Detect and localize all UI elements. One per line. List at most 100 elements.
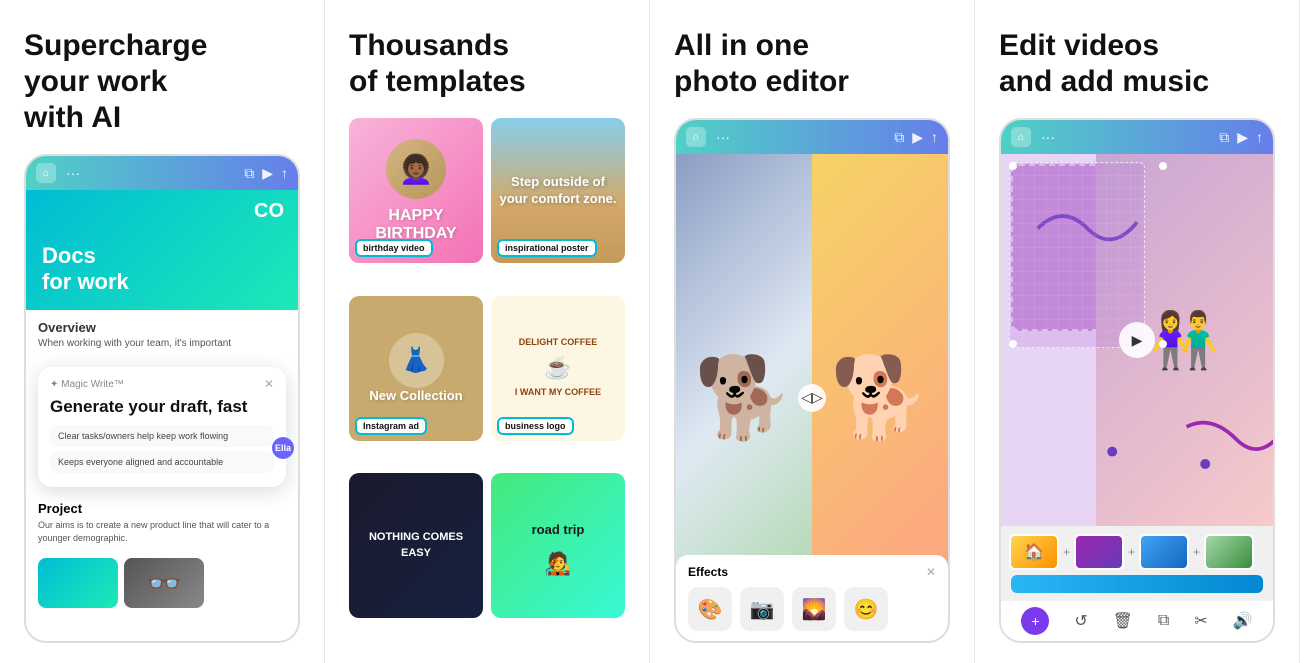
panel4-title: Edit videos and add music <box>999 28 1275 100</box>
panel-supercharge: Supercharge your work with AI ⌂ ··· ⧉ ▶ … <box>0 0 325 663</box>
phone-mockup-1: ⌂ ··· ⧉ ▶ ↑ CO Docsfor work Overview Whe… <box>24 154 300 643</box>
plus-icon-1: + <box>1063 545 1070 559</box>
timeline-clips: 🏠 + + + <box>1009 534 1265 570</box>
inspirational-text: Step outside of your comfort zone. <box>491 166 625 216</box>
toolbar-dots: ··· <box>66 165 80 181</box>
birthday-label: birthday video <box>355 239 433 257</box>
effects-title: Effects <box>688 565 728 579</box>
duplicate-icon[interactable]: ⧉ <box>1158 612 1169 630</box>
phone-mockup-3: ⌂ ··· ⧉ ▶ ↑ 🐕 🐕 ◁▷ Effects ✕ <box>674 118 950 643</box>
play-icon-4[interactable]: ▶ <box>1237 129 1248 146</box>
play-icon-3[interactable]: ▶ <box>912 129 923 146</box>
phone-hero: CO Docsfor work <box>26 190 298 310</box>
phone-toolbar-1: ⌂ ··· ⧉ ▶ ↑ <box>26 156 298 190</box>
toolbar-dots-4: ··· <box>1041 129 1055 145</box>
video-toolbar: ⌂ ··· ⧉ ▶ ↑ <box>1001 120 1273 154</box>
collection-label: Instagram ad <box>355 417 427 435</box>
suggestion-1: Clear tasks/owners help keep work flowin… <box>50 425 274 447</box>
magic-write-title: Generate your draft, fast <box>50 397 274 417</box>
effects-header: Effects ✕ <box>688 565 936 579</box>
template-business[interactable]: DELIGHT COFFEE ☕ I WANT MY COFFEE busine… <box>491 296 625 441</box>
audio-track <box>1011 575 1263 593</box>
video-controls: + ↺ 🗑 ⧉ ✂ 🔊 <box>1001 601 1273 641</box>
cut-icon[interactable]: ✂ <box>1194 611 1207 631</box>
hero-text: Docsfor work <box>42 243 129 294</box>
effect-camera-btn[interactable]: 📷 <box>740 587 784 631</box>
effect-landscape-btn[interactable]: 🌄 <box>792 587 836 631</box>
template-nothing[interactable]: NOTHING COMES EASY <box>349 473 483 618</box>
split-handle[interactable]: ◁▷ <box>798 384 826 412</box>
roadtrip-text: road trip <box>524 514 593 545</box>
business-name: DELIGHT COFFEE <box>519 337 598 349</box>
panel4-title-line2: and add music <box>999 65 1209 98</box>
clip-3[interactable] <box>1139 534 1189 570</box>
nothing-text: NOTHING COMES EASY <box>349 522 483 569</box>
toolbar-right-3: ⧉ ▶ ↑ <box>894 129 938 146</box>
collection-text: New Collection <box>369 388 462 403</box>
effect-face-btn[interactable]: 😊 <box>844 587 888 631</box>
copy-icon-3[interactable]: ⧉ <box>894 129 904 146</box>
clip-1[interactable]: 🏠 <box>1009 534 1059 570</box>
video-preview: 👫 ▶ <box>1001 154 1273 526</box>
template-inspirational[interactable]: Step outside of your comfort zone. inspi… <box>491 118 625 263</box>
co-logo: CO <box>254 200 284 223</box>
title-line2: your work <box>24 65 167 98</box>
clip-4[interactable] <box>1204 534 1254 570</box>
share-icon-3[interactable]: ↑ <box>931 129 938 145</box>
templates-grid: 👩🏾‍🦱 HAPPYBIRTHDAY birthday video Step o… <box>349 118 625 643</box>
phone-mockup-4: ⌂ ··· ⧉ ▶ ↑ 👫 <box>999 118 1275 643</box>
coffee-icon: ☕ <box>544 355 571 381</box>
video-timeline: 🏠 + + + <box>1001 526 1273 601</box>
effects-panel: Effects ✕ 🎨 📷 🌄 😊 <box>676 555 948 641</box>
panel-video-editor: Edit videos and add music ⌂ ··· ⧉ ▶ ↑ 👫 <box>975 0 1300 663</box>
home-icon-4[interactable]: ⌂ <box>1011 127 1031 147</box>
effects-icons: 🎨 📷 🌄 😊 <box>688 587 936 631</box>
photo-split: 🐕 🐕 ◁▷ Effects ✕ 🎨 📷 🌄 😊 <box>676 154 948 641</box>
panel3-title-line1: All in one <box>674 29 809 62</box>
overview-title: Overview <box>38 320 286 335</box>
toolbar-right: ⧉ ▶ ↑ <box>244 165 288 182</box>
panel3-title-line2: photo editor <box>674 65 849 98</box>
panel2-title: Thousands of templates <box>349 28 625 100</box>
template-roadtrip[interactable]: road trip 🧑‍🎤 <box>491 473 625 618</box>
phone-overview: Overview When working with your team, it… <box>26 310 298 361</box>
project-section: Project Our aims is to create a new prod… <box>26 493 298 552</box>
toolbar-right-4: ⧉ ▶ ↑ <box>1219 129 1263 146</box>
project-title: Project <box>38 501 286 516</box>
project-text: Our aims is to create a new product line… <box>38 519 286 544</box>
home-icon-3[interactable]: ⌂ <box>686 127 706 147</box>
toolbar-dots-3: ··· <box>716 129 730 145</box>
share-icon[interactable]: ↑ <box>281 165 288 181</box>
copy-icon-4[interactable]: ⧉ <box>1219 129 1229 146</box>
video-play-button[interactable]: ▶ <box>1119 322 1155 358</box>
home-icon[interactable]: ⌂ <box>36 163 56 183</box>
magic-write-label: ✦ Magic Write™ <box>50 379 124 390</box>
panel2-title-line1: Thousands <box>349 29 509 62</box>
delete-icon[interactable]: 🗑 <box>1113 611 1133 631</box>
magic-write-close-icon[interactable]: ✕ <box>264 377 274 391</box>
play-icon[interactable]: ▶ <box>262 165 273 182</box>
clip-2[interactable] <box>1074 534 1124 570</box>
share-icon-4[interactable]: ↑ <box>1256 129 1263 145</box>
inspirational-label: inspirational poster <box>497 239 597 257</box>
audio-icon[interactable]: 🔊 <box>1233 611 1253 631</box>
business-tagline: I WANT MY COFFEE <box>515 387 601 399</box>
magic-write-popup: ✦ Magic Write™ ✕ Generate your draft, fa… <box>38 367 286 487</box>
template-birthday[interactable]: 👩🏾‍🦱 HAPPYBIRTHDAY birthday video <box>349 118 483 263</box>
effect-color-btn[interactable]: 🎨 <box>688 587 732 631</box>
ella-badge: Ella <box>272 437 294 459</box>
panel-templates: Thousands of templates 👩🏾‍🦱 HAPPYBIRTHDA… <box>325 0 650 663</box>
title-line1: Supercharge <box>24 29 207 62</box>
add-button[interactable]: + <box>1021 607 1049 635</box>
panel2-title-line2: of templates <box>349 65 526 98</box>
template-collection[interactable]: 👗 New Collection Instagram ad <box>349 296 483 441</box>
plus-icon-3: + <box>1193 545 1200 559</box>
rotate-icon[interactable]: ↺ <box>1074 611 1087 631</box>
business-label: business logo <box>497 417 574 435</box>
magic-write-header: ✦ Magic Write™ ✕ <box>50 377 274 391</box>
effects-close-icon[interactable]: ✕ <box>926 565 936 579</box>
photo-editor-toolbar: ⌂ ··· ⧉ ▶ ↑ <box>676 120 948 154</box>
copy-icon[interactable]: ⧉ <box>244 165 254 182</box>
suggestion-2: Keeps everyone aligned and accountable <box>50 451 274 473</box>
panel1-title: Supercharge your work with AI <box>24 28 300 136</box>
